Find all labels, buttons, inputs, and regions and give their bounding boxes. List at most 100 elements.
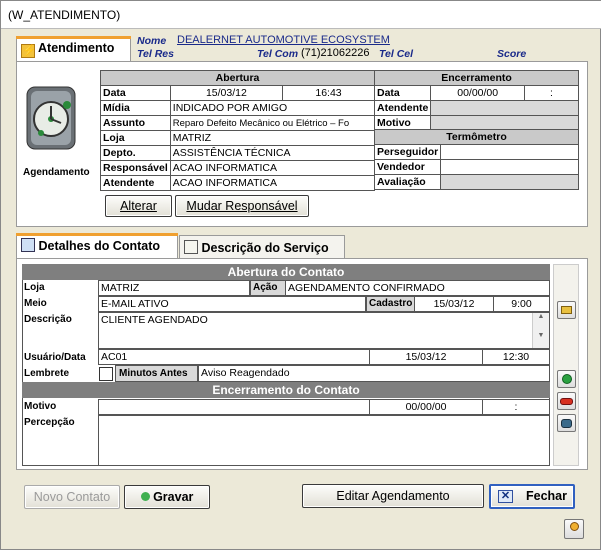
notes-icon	[184, 240, 198, 254]
c-minutos-value[interactable]: Aviso Reagendado	[198, 365, 550, 382]
scroll-down-icon[interactable]: ▼	[533, 332, 549, 339]
gravar-button[interactable]: Gravar	[124, 485, 210, 509]
refresh-icon[interactable]	[557, 370, 576, 388]
abertura-table: Abertura Data 15/03/12 16:43 Mídia INDICADO…	[100, 70, 376, 191]
c-usuario-date: 15/03/12	[369, 349, 483, 365]
nome-label: Nome	[137, 35, 167, 47]
enc-atendente-value	[430, 100, 579, 116]
telcom-value: (71)21062226	[301, 47, 370, 59]
telres-label: Tel Res	[137, 48, 174, 60]
c-cadastro-date: 15/03/12	[414, 296, 494, 312]
lembrete-checkbox[interactable]	[99, 367, 113, 381]
fechar-label: Fechar	[526, 489, 567, 503]
data-label: Data	[100, 85, 171, 101]
midia-value: INDICADO POR AMIGO	[169, 100, 376, 116]
editar-agendamento-button[interactable]: Editar Agendamento	[302, 484, 484, 508]
responsavel-label: Responsável	[100, 160, 171, 176]
c-meio-value[interactable]: E-MAIL ATIVO	[98, 296, 366, 312]
c-percepcao-textarea[interactable]	[98, 415, 550, 466]
tab-descricao-servico[interactable]: Descrição do Serviço	[179, 235, 345, 259]
telcel-label: Tel Cel	[379, 48, 414, 60]
tab-atendimento-label: Atendimento	[38, 41, 115, 55]
c-loja-label: Loja	[24, 282, 45, 293]
abertura-contato-header: Abertura do Contato	[22, 264, 550, 280]
c-loja-value[interactable]: MATRIZ	[98, 280, 250, 296]
assunto-value: Reparo Defeito Mecânico ou Elétrico – Fo	[169, 115, 376, 131]
encerramento-contato-header: Encerramento do Contato	[22, 382, 550, 398]
c-descricao-value: CLIENTE AGENDADO	[101, 314, 208, 326]
enc-atendente-label: Atendente	[373, 100, 432, 116]
c-motivo-time: :	[482, 399, 550, 415]
termometro-header: Termômetro	[374, 129, 579, 145]
score-label: Score	[497, 48, 527, 60]
c-usuario-label: Usuário/Data	[24, 352, 86, 363]
depto-label: Depto.	[100, 145, 171, 161]
loja-label: Loja	[100, 130, 171, 146]
alterar-button[interactable]: Alterar	[105, 195, 172, 217]
window-title: (W_ATENDIMENTO)	[1, 1, 601, 29]
loja-value: MATRIZ	[169, 130, 376, 146]
abertura-header: Abertura	[100, 70, 375, 86]
encerramento-table: Encerramento Data 00/00/00: Atendente Mot…	[373, 70, 579, 131]
c-descricao-label: Descrição	[24, 314, 72, 325]
c-motivo-label: Motivo	[24, 401, 57, 412]
user-icon[interactable]	[564, 519, 584, 539]
lightning-icon: ⚡	[21, 44, 36, 58]
encerramento-header: Encerramento	[374, 70, 579, 86]
tab-detalhes-contato[interactable]: Detalhes do Contato	[16, 233, 178, 259]
perseguidor-value	[440, 144, 579, 160]
c-motivo-value[interactable]	[98, 399, 370, 415]
avaliacao-label: Avaliação	[373, 174, 442, 190]
perseguidor-label: Perseguidor	[373, 144, 442, 160]
c-percepcao-label: Percepção	[24, 417, 75, 428]
c-meio-label: Meio	[24, 298, 47, 309]
car-icon[interactable]	[557, 392, 576, 410]
c-minutos-label: Minutos Antes	[115, 365, 198, 382]
folder-icon[interactable]	[557, 301, 576, 319]
midia-label: Mídia	[100, 100, 171, 116]
tab-descricao-label: Descrição do Serviço	[201, 241, 329, 255]
responsavel-value: ACAO INFORMATICA	[169, 160, 376, 176]
enc-data-label: Data	[373, 85, 432, 101]
close-icon: ✕	[498, 490, 513, 503]
vehicle-icon[interactable]	[557, 414, 576, 432]
mudar-responsavel-button[interactable]: Mudar Responsável	[175, 195, 309, 217]
enc-hora-value: :	[524, 85, 579, 101]
editar-agendamento-label: Editar Agendamento	[336, 489, 450, 503]
enc-data-value: 00/00/00	[430, 85, 525, 101]
tab-detalhes-label: Detalhes do Contato	[38, 239, 161, 253]
novo-contato-label: Novo Contato	[33, 490, 111, 504]
scroll-up-icon[interactable]: ▲	[533, 313, 549, 320]
descricao-scrollbar[interactable]: ▲ ▼	[532, 313, 549, 348]
novo-contato-button[interactable]: Novo Contato	[24, 485, 120, 509]
c-acao-label: Ação	[250, 280, 286, 296]
atendente-value: ACAO INFORMATICA	[169, 175, 376, 191]
c-usuario-time: 12:30	[482, 349, 550, 365]
window: (W_ATENDIMENTO) Nome DEALERNET AUTOMOTIV…	[0, 0, 601, 550]
save-icon	[140, 492, 150, 501]
fechar-button[interactable]: ✕ Fechar	[489, 484, 575, 509]
c-descricao-textarea[interactable]: CLIENTE AGENDADO	[98, 312, 550, 349]
c-lembrete-label: Lembrete	[24, 368, 70, 379]
c-cadastro-label: Cadastro	[366, 296, 415, 312]
assunto-label: Assunto	[100, 115, 171, 131]
vendedor-label: Vendedor	[373, 159, 442, 175]
c-motivo-date: 00/00/00	[369, 399, 483, 415]
document-icon	[21, 238, 35, 252]
c-cadastro-time: 9:00	[493, 296, 550, 312]
avaliacao-value	[440, 174, 579, 190]
hora-value: 16:43	[282, 85, 375, 101]
tab-atendimento[interactable]: ⚡ Atendimento	[16, 36, 131, 62]
telcom-label: Tel Com	[257, 48, 299, 60]
data-value: 15/03/12	[169, 85, 284, 101]
vendedor-value	[440, 159, 579, 175]
atendente-label: Atendente	[100, 175, 171, 191]
side-toolbar	[553, 264, 579, 466]
gravar-label: Gravar	[153, 490, 194, 504]
agendamento-clock-icon	[23, 85, 79, 155]
depto-value: ASSISTÊNCIA TÉCNICA	[169, 145, 376, 161]
c-usuario-value: AC01	[98, 349, 370, 365]
agendamento-caption: Agendamento	[23, 167, 90, 178]
c-acao-value[interactable]: AGENDAMENTO CONFIRMADO	[285, 280, 550, 296]
nome-value[interactable]: DEALERNET AUTOMOTIVE ECOSYSTEM	[177, 34, 390, 46]
